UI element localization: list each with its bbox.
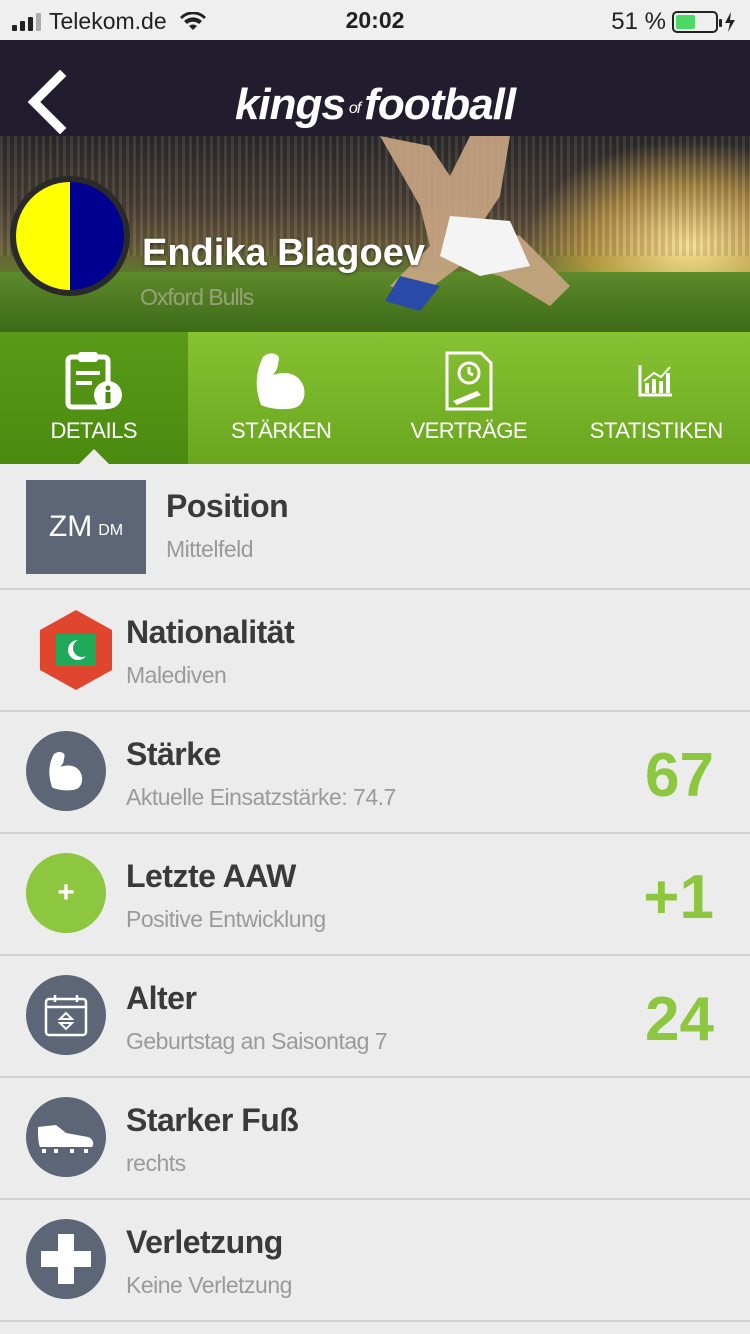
club-name: Oxford Bulls [140,284,254,310]
detail-title: Nationalität [126,614,295,650]
details-info-icon [65,352,122,410]
detail-subtitle: Keine Verletzung [126,1272,292,1298]
player-name: Endika Blagoev [142,232,425,274]
active-tab-indicator [78,449,110,465]
flexed-arm-icon [49,752,83,791]
detail-subtitle: Mittelfeld [166,536,254,562]
detail-row-injury: Verletzung Keine Verletzung [0,1200,750,1322]
age-value: 24 [645,985,714,1054]
tab-bar: DETAILS STÄRKEN VERTRÄGE STATISTIKEN [0,332,750,465]
detail-title: Alter [126,980,197,1016]
detail-subtitle: Geburtstag an Saisontag 7 [126,1028,388,1054]
flexed-arm-icon [256,353,305,410]
app-header: kings offootball [0,40,750,136]
charging-icon [725,12,735,32]
detail-subtitle: Positive Entwicklung [126,906,326,932]
detail-subtitle: Aktuelle Einsatzstärke: 74.7 [126,784,396,810]
bar-chart-icon [638,365,673,397]
club-badge [10,176,130,296]
tab-staerken[interactable]: STÄRKEN [188,332,376,464]
tab-statistiken[interactable]: STATISTIKEN [563,332,750,464]
tab-details[interactable]: DETAILS [0,332,188,465]
detail-row-last-aaw: + Letzte AAW Positive Entwicklung +1 [0,834,750,956]
detail-row-strong-foot: Starker Fuß rechts [0,1078,750,1200]
player-hero-banner: Endika Blagoev Oxford Bulls [0,136,750,332]
detail-title: Verletzung [126,1224,283,1260]
detail-row-strength: Stärke Aktuelle Einsatzstärke: 74.7 67 [0,712,750,834]
detail-title: Letzte AAW [126,858,296,894]
plus-icon: + [26,853,106,933]
player-silhouette-image [380,136,570,311]
position-badge: ZM DM [26,480,146,574]
medical-cross-icon [41,1234,91,1284]
detail-row-nationality: Nationalität Malediven [0,590,750,712]
detail-title: Starker Fuß [126,1102,299,1138]
player-details-list: ZM DM Position Mittelfeld Nationalität Ma… [0,464,750,1322]
detail-subtitle: Malediven [126,662,227,688]
tab-vertraege[interactable]: VERTRÄGE [375,332,563,464]
calendar-icon [44,995,88,1037]
football-boot-icon [38,1125,94,1153]
app-logo: kings offootball [234,80,516,129]
contract-icon [445,351,493,411]
battery-icon [672,11,722,33]
strength-value: 67 [645,741,714,810]
detail-row-age: Alter Geburtstag an Saisontag 7 24 [0,956,750,1078]
detail-row-position: ZM DM Position Mittelfeld [0,464,750,590]
battery-percent: 51 % [611,8,666,35]
detail-title: Position [166,488,289,524]
maldives-flag-icon [40,610,112,690]
detail-subtitle: rechts [126,1150,186,1176]
aaw-value: +1 [643,863,714,932]
detail-title: Stärke [126,736,221,772]
status-bar: Telekom.de 20:02 51 % [0,0,750,40]
